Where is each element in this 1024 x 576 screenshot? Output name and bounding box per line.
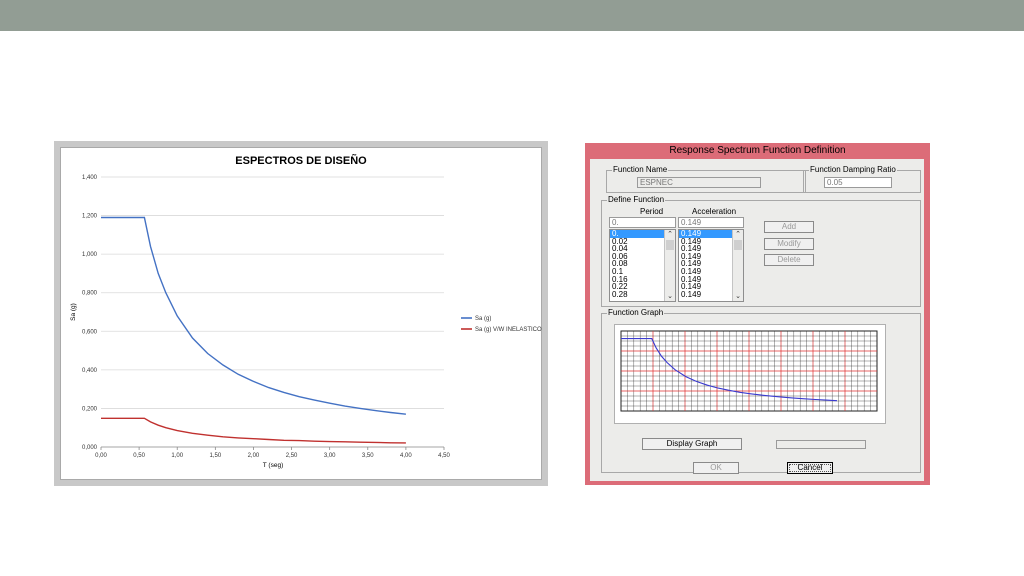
y-tick-label: 1,000 xyxy=(82,252,98,258)
acceleration-header: Acceleration xyxy=(692,207,737,216)
acceleration-input[interactable]: 0.149 xyxy=(678,217,744,228)
damping-group: Function Damping Ratio 0.05 xyxy=(803,165,921,193)
period-header: Period xyxy=(640,207,664,216)
function-name-label: Function Name xyxy=(612,165,669,175)
x-tick-label: 4,00 xyxy=(400,453,412,459)
x-tick-label: 2,50 xyxy=(286,453,298,459)
graph-status-field xyxy=(776,440,866,449)
add-button[interactable]: Add xyxy=(764,221,814,233)
x-tick-label: 0,50 xyxy=(133,453,145,459)
x-tick-label: 2,00 xyxy=(248,453,260,459)
x-tick-label: 3,00 xyxy=(324,453,336,459)
ok-button[interactable]: OK xyxy=(693,462,739,474)
y-tick-label: 1,200 xyxy=(82,214,98,220)
scroll-up-icon[interactable]: ⌃ xyxy=(665,230,675,239)
dialog-title: Response Spectrum Function Definition xyxy=(669,145,846,156)
legend-entry: Sa (g) V/W INELASTICO xyxy=(475,327,542,333)
x-tick-label: 3,50 xyxy=(362,453,374,459)
acceleration-list[interactable]: 0.149 0.149 0.149 0.149 0.149 0.149 0.149 0.149… xyxy=(678,229,744,302)
x-tick-label: 4,50 xyxy=(438,453,450,459)
acceleration-scrollbar[interactable]: ⌃ ⌄ xyxy=(732,230,743,301)
define-function-group: Define Function Period Acceleration 0. 0… xyxy=(601,195,921,307)
period-list[interactable]: 0. 0.02 0.04 0.06 0.08 0.1 0.16 0.22 0.28 ⌃ ⌄ xyxy=(609,229,676,302)
scroll-down-icon[interactable]: ⌄ xyxy=(733,292,743,301)
function-graph xyxy=(614,324,886,424)
display-graph-button[interactable]: Display Graph xyxy=(642,438,742,450)
function-graph-label: Function Graph xyxy=(607,308,665,318)
function-graph-canvas xyxy=(620,330,878,412)
damping-ratio-field[interactable]: 0.05 xyxy=(824,177,892,188)
x-axis-label: T (seg) xyxy=(263,462,283,469)
function-name-field[interactable]: ESPNEC xyxy=(637,177,761,188)
damping-label: Function Damping Ratio xyxy=(809,165,897,175)
scroll-down-icon[interactable]: ⌄ xyxy=(665,292,675,301)
period-scrollbar[interactable]: ⌃ ⌄ xyxy=(664,230,675,301)
scroll-thumb[interactable] xyxy=(666,240,674,250)
y-axis-label: Sa (g) xyxy=(70,303,77,321)
y-tick-label: 0,200 xyxy=(82,406,98,412)
define-function-label: Define Function xyxy=(607,195,666,205)
cancel-button[interactable]: Cancel xyxy=(787,462,833,474)
y-tick-label: 0,800 xyxy=(82,291,98,297)
dialog-body: Function Name ESPNEC Function Damping Ra… xyxy=(590,159,924,481)
scroll-up-icon[interactable]: ⌃ xyxy=(733,230,743,239)
series-line-2 xyxy=(101,417,406,444)
y-tick-label: 0,400 xyxy=(82,368,98,374)
chart-plot: 0,000 0,200 0,400 0,600 0,800 1,000 1,200 1,400… xyxy=(70,175,542,469)
response-spectrum-dialog: Response Spectrum Function Definition Fu… xyxy=(585,143,930,485)
x-tick-label: 1,00 xyxy=(171,453,183,459)
y-tick-label: 0,600 xyxy=(82,329,98,335)
modify-button[interactable]: Modify xyxy=(764,238,814,250)
chart-panel: ESPECTROS DE DISEÑO 0,000 0,200 0,400 0,600… xyxy=(54,141,548,486)
function-graph-group: Function Graph Display Graph xyxy=(601,308,921,473)
x-tick-label: 1,50 xyxy=(209,453,221,459)
y-tick-label: 0,000 xyxy=(82,445,98,451)
scroll-thumb[interactable] xyxy=(734,240,742,250)
y-tick-label: 1,400 xyxy=(82,175,98,181)
top-banner xyxy=(0,0,1024,31)
period-input[interactable]: 0. xyxy=(609,217,676,228)
series-line-1 xyxy=(101,216,406,415)
delete-button[interactable]: Delete xyxy=(764,254,814,266)
function-name-group: Function Name ESPNEC xyxy=(606,165,806,193)
legend-entry: Sa (g) xyxy=(475,316,491,322)
x-tick-label: 0,00 xyxy=(95,453,107,459)
